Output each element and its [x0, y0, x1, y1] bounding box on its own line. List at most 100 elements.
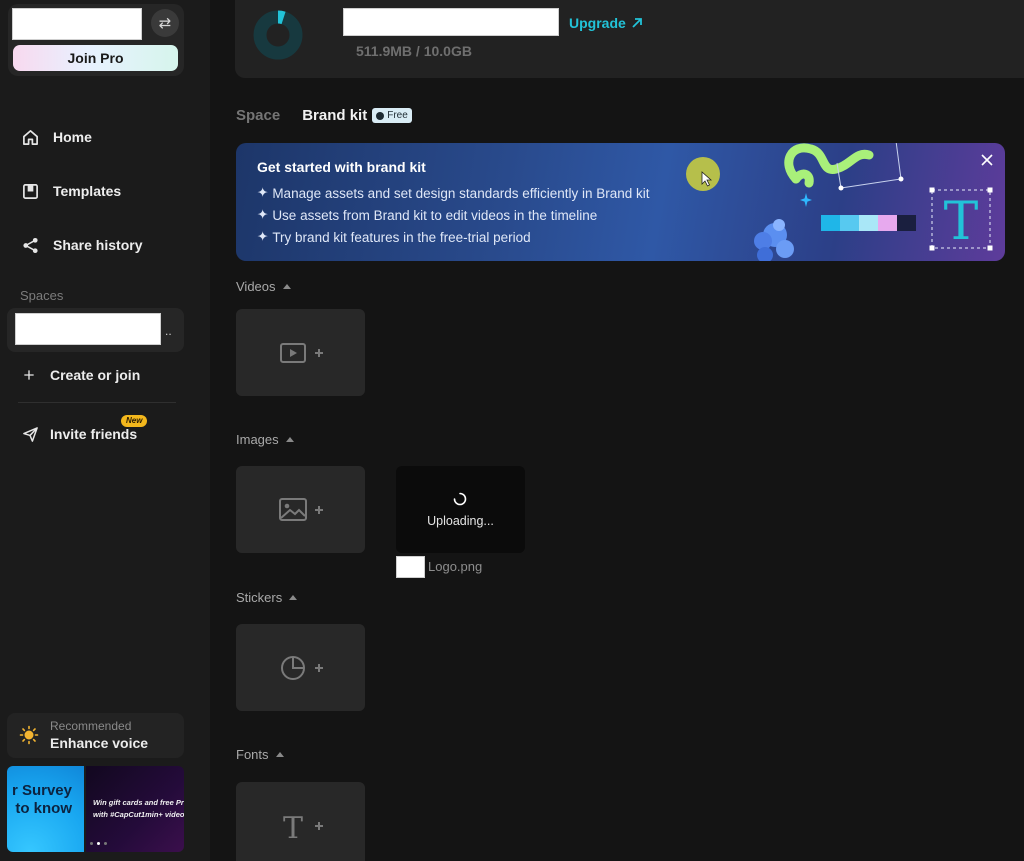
file-thumbnail-redacted — [396, 556, 425, 578]
sun-icon — [19, 725, 39, 745]
promo-survey-text: r Survey to know — [11, 782, 72, 817]
add-font-button[interactable]: T — [236, 782, 365, 861]
carousel-dots — [90, 842, 107, 845]
banner-illustration: T — [754, 143, 993, 261]
color-swatch — [821, 215, 840, 231]
invite-friends-label: Invite friends — [50, 426, 138, 442]
images-section-label: Images — [236, 432, 279, 447]
collapse-caret-icon — [285, 437, 294, 442]
storage-usage: 511.9MB / 10.0GB — [356, 43, 472, 59]
collapse-caret-icon — [289, 595, 298, 600]
app-window: ⇄ Join Pro Home Templates Share history … — [0, 0, 1024, 861]
add-font-icon: T — [282, 811, 323, 841]
promo-giftcards-text: Win gift cards and free Pro with #CapCut… — [93, 798, 184, 819]
banner-title: Get started with brand kit — [257, 159, 426, 175]
collapse-caret-icon — [275, 752, 284, 757]
sidebar-item-label: Home — [53, 129, 92, 145]
stickers-section-label: Stickers — [236, 590, 283, 605]
sparkle-icon: ✦ — [257, 207, 269, 222]
svg-text:T: T — [282, 811, 302, 841]
sparkle-icon: ✦ — [257, 185, 269, 200]
videos-section-label: Videos — [236, 279, 276, 294]
carousel-dot[interactable] — [90, 842, 93, 845]
templates-icon — [23, 183, 38, 199]
space-item[interactable]: .. — [7, 308, 184, 352]
upload-status: Uploading... — [427, 514, 494, 528]
banner-bullet-text: Manage assets and set design standards e… — [272, 185, 650, 201]
space-name-redacted — [15, 313, 161, 345]
add-image-icon — [278, 497, 323, 521]
sparkle-icon: ✦ — [257, 229, 269, 244]
account-panel: ⇄ Join Pro — [8, 4, 184, 76]
color-swatch — [859, 215, 878, 231]
close-icon[interactable] — [979, 152, 995, 168]
sidebar: ⇄ Join Pro Home Templates Share history … — [0, 0, 210, 861]
arrow-up-right-icon — [632, 18, 642, 28]
promo-banner-survey[interactable]: r Survey to know — [7, 766, 84, 852]
stickers-section-header[interactable]: Stickers — [236, 590, 298, 605]
tab-space[interactable]: Space — [236, 107, 280, 124]
home-icon — [23, 129, 38, 145]
file-name: Logo.png — [428, 559, 483, 574]
videos-section-header[interactable]: Videos — [236, 279, 291, 294]
storage-owner-redacted — [343, 8, 559, 36]
banner-bullet: ✦ Use assets from Brand kit to edit vide… — [257, 207, 597, 223]
new-badge: New — [121, 415, 148, 427]
carousel-dot[interactable] — [104, 842, 107, 845]
sidebar-divider — [18, 402, 176, 403]
share-icon — [23, 237, 38, 253]
free-badge-label: Free — [387, 110, 408, 121]
account-name-redacted[interactable] — [12, 8, 142, 40]
join-pro-button[interactable]: Join Pro — [13, 45, 178, 71]
svg-text:T: T — [944, 192, 979, 252]
recommended-label: Recommended — [50, 719, 132, 733]
mouse-cursor-icon — [701, 171, 713, 187]
sidebar-item-label: Templates — [53, 183, 122, 199]
add-sticker-icon — [280, 655, 323, 680]
paper-plane-icon — [23, 426, 38, 442]
banner-bullet: ✦ Manage assets and set design standards… — [257, 185, 650, 201]
add-image-button[interactable] — [236, 466, 365, 553]
tab-brand-kit[interactable]: Brand kit — [302, 107, 367, 124]
color-swatch — [878, 215, 897, 231]
storage-card: Upgrade 511.9MB / 10.0GB — [235, 0, 1024, 78]
space-more-menu[interactable]: .. — [165, 324, 172, 338]
banner-bullet-text: Use assets from Brand kit to edit videos… — [272, 207, 598, 223]
plus-icon — [24, 370, 34, 380]
sidebar-item-label: Share history — [53, 237, 143, 253]
uploading-image-tile[interactable]: Uploading... — [396, 466, 525, 553]
spaces-heading: Spaces — [20, 288, 64, 303]
sidebar-item-templates[interactable]: Templates — [22, 179, 121, 203]
sparkle-icon — [800, 193, 812, 207]
banner-bullet-text: Try brand kit features in the free-trial… — [272, 229, 531, 245]
collapse-caret-icon — [282, 284, 291, 289]
free-badge-icon — [376, 111, 385, 120]
brand-kit-banner: Get started with brand kit ✦ Manage asse… — [236, 143, 1005, 261]
fonts-section-header[interactable]: Fonts — [236, 747, 284, 762]
swap-arrows-icon[interactable]: ⇄ — [151, 9, 179, 37]
sidebar-item-share-history[interactable]: Share history — [22, 233, 142, 257]
promo-banner-giftcards[interactable]: Win gift cards and free Pro with #CapCut… — [86, 766, 184, 852]
create-or-join-button[interactable]: Create or join — [23, 363, 140, 387]
upgrade-label: Upgrade — [569, 15, 626, 31]
loading-spinner-icon — [453, 492, 467, 506]
tab-bar: Space Brand kit Free — [236, 107, 412, 124]
storage-ring-icon — [253, 10, 303, 60]
images-section-header[interactable]: Images — [236, 432, 294, 447]
create-or-join-label: Create or join — [50, 367, 141, 383]
banner-bullet: ✦ Try brand kit features in the free-tri… — [257, 229, 531, 245]
add-video-icon — [279, 342, 323, 363]
add-video-button[interactable] — [236, 309, 365, 396]
color-swatch — [897, 215, 916, 231]
recommended-title: Enhance voice — [50, 735, 149, 751]
color-swatch — [840, 215, 859, 231]
sidebar-item-home[interactable]: Home — [22, 125, 92, 149]
recommended-card[interactable]: Recommended Enhance voice — [7, 713, 184, 758]
invite-friends-button[interactable]: Invite friends — [22, 422, 137, 446]
main-content: Upgrade 511.9MB / 10.0GB Space Brand kit… — [210, 0, 1024, 861]
free-badge: Free — [372, 108, 412, 123]
add-sticker-button[interactable] — [236, 624, 365, 711]
carousel-dot-active[interactable] — [97, 842, 100, 845]
upgrade-link[interactable]: Upgrade — [569, 15, 643, 31]
fonts-section-label: Fonts — [236, 747, 269, 762]
